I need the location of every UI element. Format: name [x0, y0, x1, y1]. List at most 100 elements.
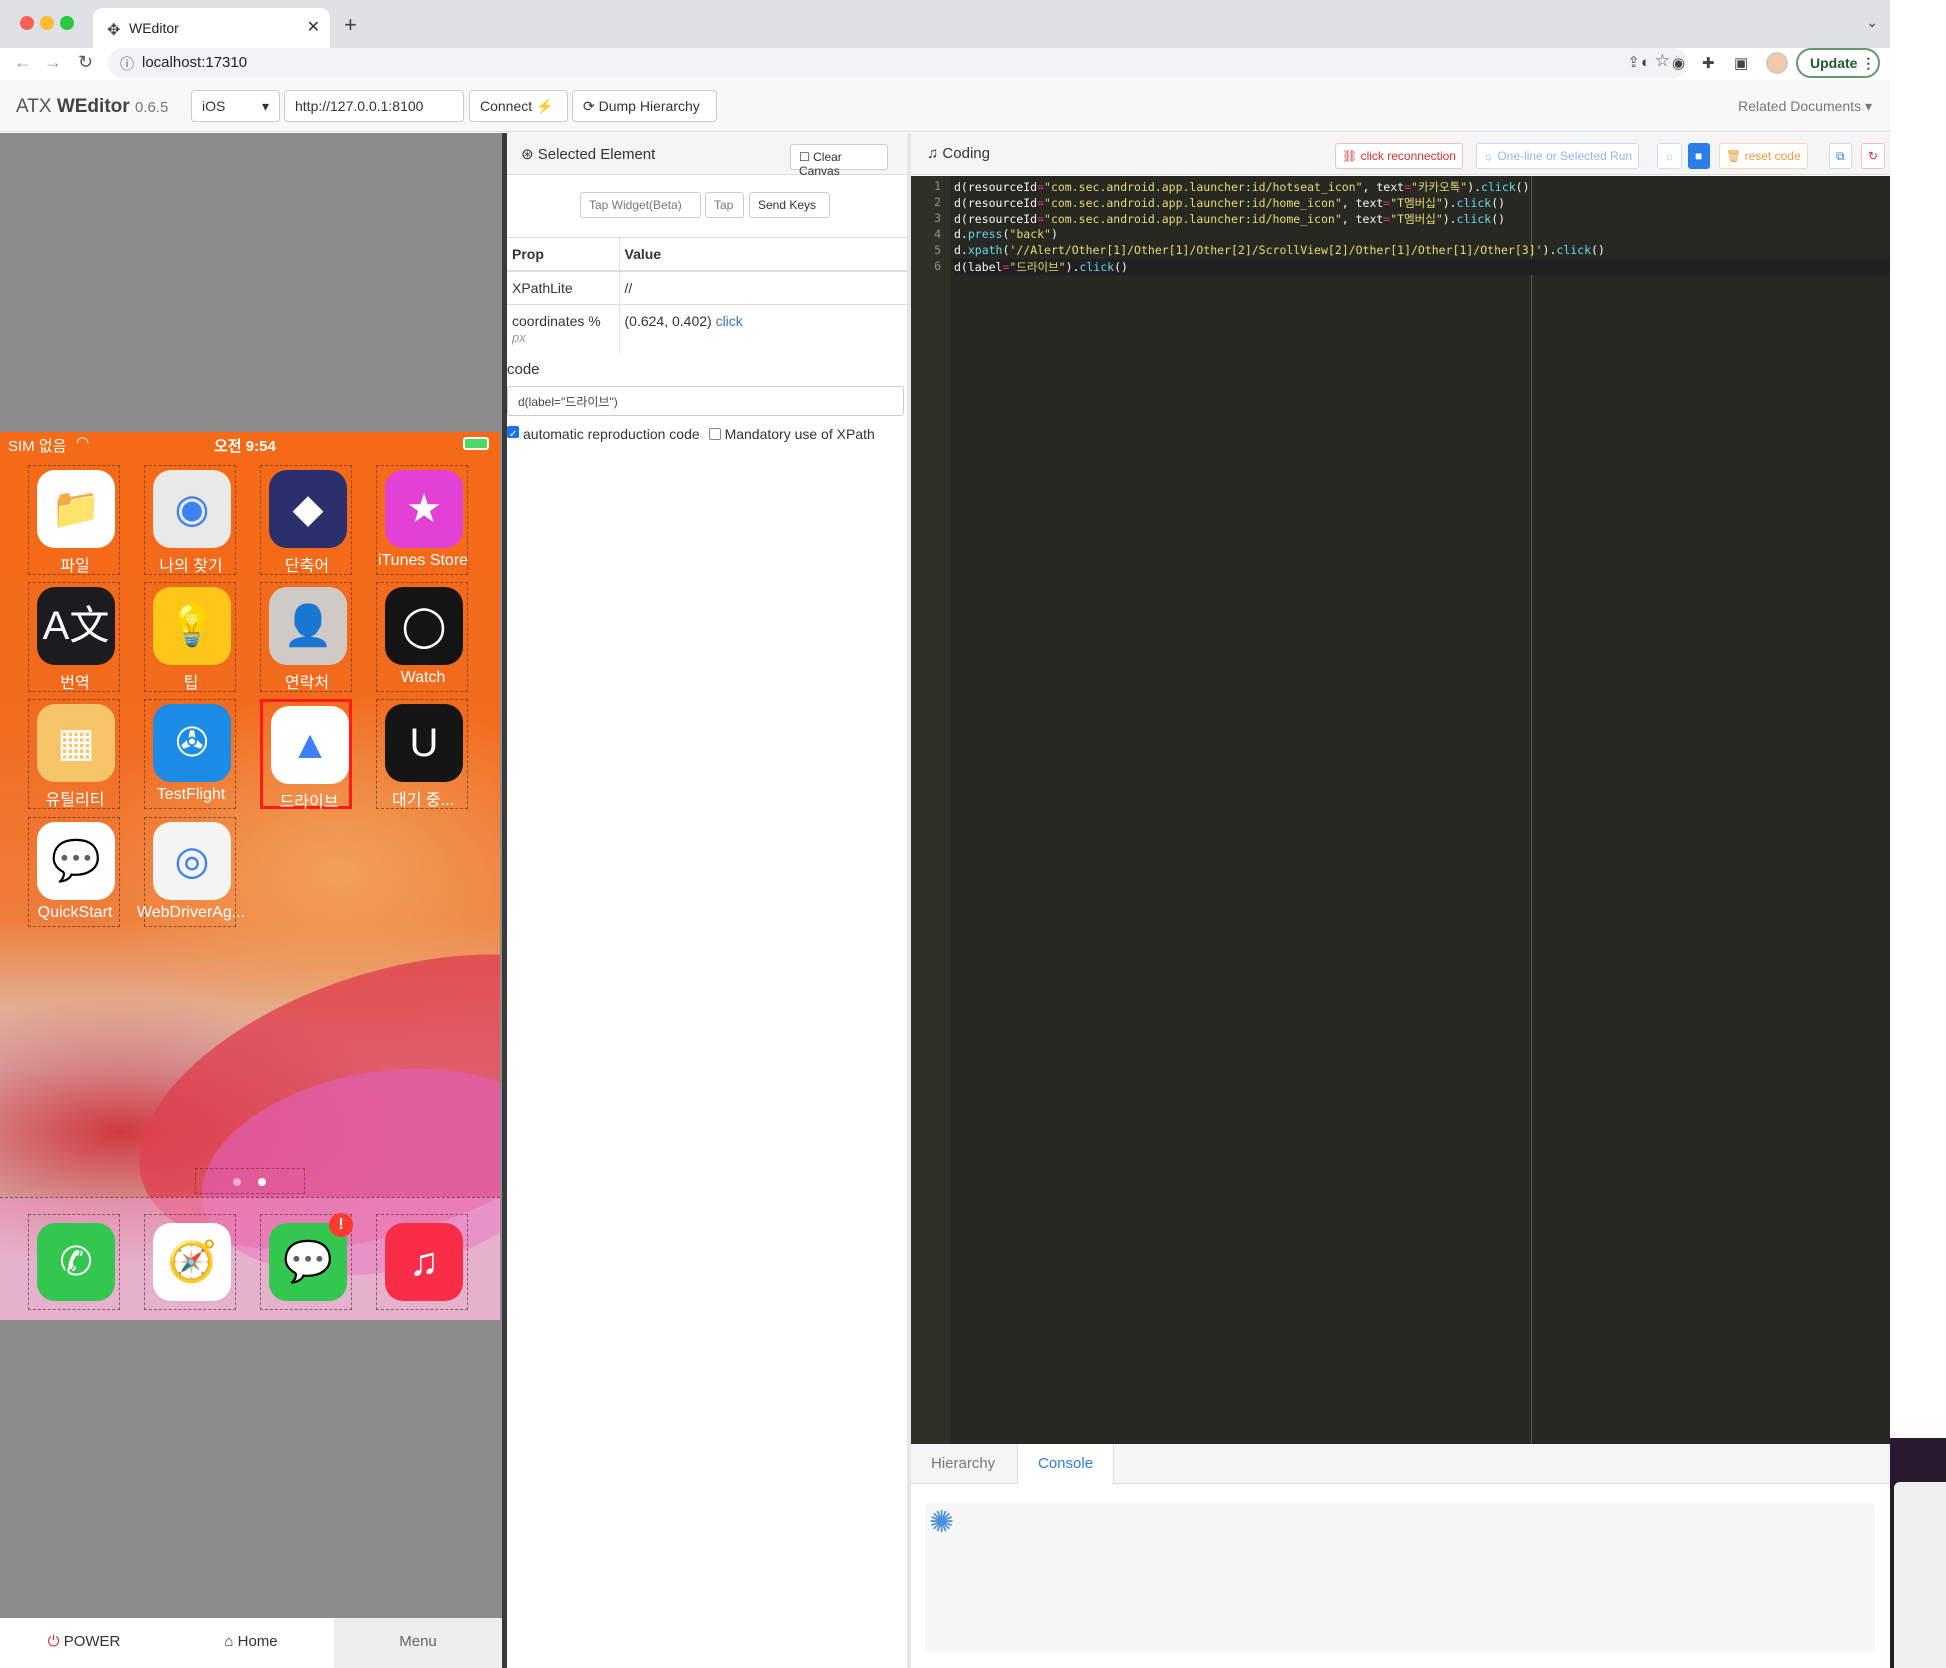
code-input[interactable]: d(label="드라이브"): [507, 386, 904, 416]
tap-widget-label: Tap Widget(Beta): [589, 198, 682, 212]
auto-code-checkbox[interactable]: [507, 426, 519, 438]
tab-search-chevron-icon[interactable]: ⌄: [1866, 14, 1878, 31]
app-label: QuickStart: [37, 904, 113, 921]
side-panel-icon[interactable]: ▣: [1734, 54, 1748, 72]
click-reconnection-button[interactable]: ⛓ click reconnection: [1335, 143, 1463, 169]
connect-button[interactable]: Connect ⚡: [469, 90, 568, 122]
utilities-folder-icon: ▦: [37, 704, 115, 782]
reload-icon[interactable]: ↻: [78, 52, 93, 73]
forward-arrow-icon[interactable]: →: [44, 52, 62, 73]
app-cell[interactable]: ✇ TestFlight: [144, 699, 236, 809]
code-line[interactable]: d(resourceId="com.sec.android.app.launch…: [954, 179, 1530, 195]
maximize-window-button[interactable]: [60, 16, 74, 30]
platform-select[interactable]: iOS ▾: [191, 90, 280, 122]
code-editor[interactable]: 1 2 3 4 5 6 d(resourceId="com.sec.android.app…: [911, 176, 1890, 1444]
watch-icon: ◯: [385, 587, 463, 665]
code-line[interactable]: d(resourceId="com.sec.android.app.launch…: [954, 211, 1505, 227]
app-cell[interactable]: ◉ 나의 찾기: [144, 465, 236, 575]
line-number: 3: [934, 211, 941, 225]
console-output: ✺: [925, 1503, 1875, 1653]
home-label: Home: [237, 1633, 278, 1650]
menu-button[interactable]: Menu: [334, 1618, 502, 1668]
battery-charging-icon: [463, 437, 489, 450]
coordinates-unit: px: [512, 330, 526, 345]
app-cell[interactable]: ★ iTunes Store: [376, 465, 468, 575]
close-window-button[interactable]: [20, 16, 34, 30]
power-button[interactable]: ⏻ POWER: [0, 1618, 168, 1668]
tab-hierarchy[interactable]: Hierarchy: [911, 1444, 1015, 1484]
code-line[interactable]: d.press("back"): [954, 227, 1058, 241]
safari-icon: 🧭: [153, 1223, 231, 1301]
tap-widget-button[interactable]: Tap Widget(Beta): [580, 192, 701, 218]
update-button[interactable]: Update ⋮: [1796, 48, 1880, 78]
stop-button[interactable]: ■: [1688, 143, 1710, 169]
site-info-icon[interactable]: ⓘ: [120, 54, 134, 74]
device-screenshot[interactable]: SIM 없음 ◠ 오전 9:54 📁 파일 ◉ 나의 찾기 ◆ 단축어 ★ iTunes St…: [0, 432, 500, 1320]
app-glyph: 💡: [167, 604, 217, 648]
run-selected-button[interactable]: ☼ One-line or Selected Run: [1476, 143, 1640, 169]
app-cell[interactable]: 📁 파일: [28, 465, 120, 575]
dock-app-cell[interactable]: 🧭: [144, 1214, 236, 1310]
home-icon: ⌂: [224, 1633, 234, 1650]
code-input-value: d(label="드라이브"): [518, 395, 618, 409]
close-tab-icon[interactable]: ✕: [307, 17, 320, 37]
coordinates-click-link[interactable]: click: [716, 313, 743, 329]
extension-1-icon[interactable]: ◐: [1641, 54, 1650, 71]
code-line[interactable]: d.xpath('//Alert/Other[1]/Other[1]/Other…: [954, 243, 1605, 257]
line-number: 1: [934, 179, 941, 193]
app-glyph: A文: [42, 604, 110, 648]
new-tab-icon[interactable]: +: [344, 12, 357, 38]
restart-button[interactable]: ↻: [1861, 143, 1886, 169]
app-glyph: ▦: [57, 721, 95, 765]
home-button[interactable]: ⌂ Home: [168, 1618, 334, 1668]
bookmark-star-icon[interactable]: ☆: [1655, 51, 1670, 71]
device-url-input[interactable]: http://127.0.0.1:8100: [284, 90, 464, 122]
app-cell[interactable]: 💡 팁: [144, 582, 236, 692]
related-documents-menu[interactable]: Related Documents ▾: [1738, 98, 1872, 115]
tap-label: Tap: [714, 198, 734, 212]
code-line[interactable]: d(resourceId="com.sec.android.app.launch…: [954, 195, 1505, 211]
browser-tab[interactable]: ✥ WEditor ✕: [93, 8, 330, 48]
extension-2-icon[interactable]: ◉: [1672, 54, 1685, 72]
dump-hierarchy-button[interactable]: ⟳ Dump Hierarchy: [572, 90, 717, 122]
app-glyph: 💬: [51, 839, 101, 883]
run-all-button[interactable]: ☼: [1657, 143, 1682, 169]
tap-button[interactable]: Tap: [705, 192, 744, 218]
device-screen-pane: SIM 없음 ◠ 오전 9:54 📁 파일 ◉ 나의 찾기 ◆ 단축어 ★ iTunes St…: [0, 133, 502, 1668]
app-cell[interactable]: 💬 QuickStart: [28, 817, 120, 927]
app-cell[interactable]: A文 번역: [28, 582, 120, 692]
clear-canvas-button[interactable]: ☐ Clear Canvas: [790, 144, 888, 178]
url-field[interactable]: ⓘ localhost:17310 ⇪ ☆: [108, 48, 1688, 78]
refresh-icon: ⟳: [583, 98, 595, 114]
app-cell[interactable]: ▲ 드라이브: [260, 699, 352, 811]
share-icon[interactable]: ⇪: [1627, 53, 1640, 71]
xpath-mandatory-checkbox[interactable]: [708, 428, 721, 440]
brand-name: WEditor: [56, 96, 130, 117]
xpath-value: //: [619, 270, 907, 305]
app-cell[interactable]: ◎ WebDriverAg...: [137, 817, 245, 927]
back-arrow-icon[interactable]: ←: [14, 52, 32, 73]
app-cell[interactable]: U 대기 중...: [376, 699, 468, 809]
dock-app-cell[interactable]: ✆: [28, 1214, 120, 1310]
copy-code-button[interactable]: ⧉: [1829, 143, 1852, 169]
page-indicator[interactable]: [195, 1168, 305, 1194]
minimize-window-button[interactable]: [40, 16, 54, 30]
dock-app-cell[interactable]: ♫: [376, 1214, 468, 1310]
app-cell[interactable]: ▦ 유틸리티: [28, 699, 120, 809]
code-line[interactable]: d(label="드라이브").click(): [954, 259, 1890, 275]
reset-code-button[interactable]: 🗑 reset code: [1719, 143, 1808, 169]
app-cell[interactable]: ◯ Watch: [376, 582, 468, 692]
app-label: 연락처: [284, 675, 330, 692]
extensions-puzzle-icon[interactable]: ✚: [1702, 54, 1715, 72]
tab-console[interactable]: Console: [1017, 1444, 1115, 1484]
send-keys-button[interactable]: Send Keys: [749, 192, 830, 218]
app-label: 대기 중...: [392, 792, 454, 809]
app-label: iTunes Store: [377, 552, 469, 569]
app-glyph: ✆: [59, 1240, 93, 1284]
app-cell[interactable]: 👤 연락처: [260, 582, 352, 692]
app-label: 유틸리티: [45, 792, 105, 809]
profile-avatar[interactable]: [1766, 52, 1788, 74]
app-cell[interactable]: ◆ 단축어: [260, 465, 352, 575]
coding-pane: ♫ Coding ⛓ click reconnection ☼ One-line…: [911, 133, 1890, 1668]
dock-app-cell[interactable]: 💬!: [260, 1213, 353, 1310]
